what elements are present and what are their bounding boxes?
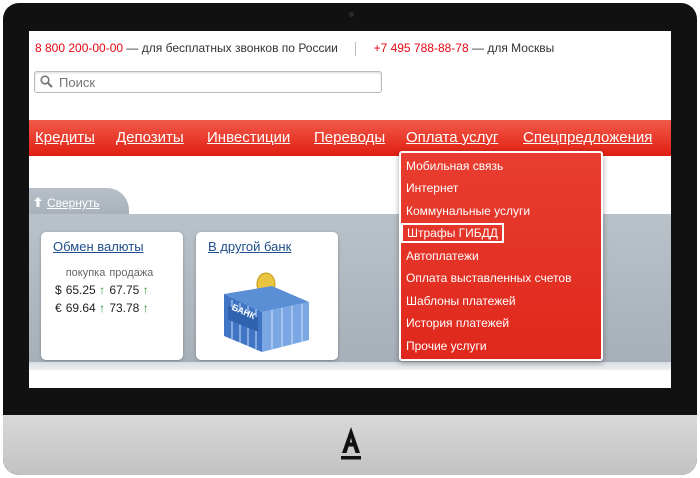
up-arrow-icon: ↑ [99, 283, 106, 297]
menu-item-history[interactable]: История платежей [406, 316, 509, 330]
sell-header: продажа [109, 267, 154, 279]
screen: 8 800 200-00-00 — для бесплатных звонков… [29, 31, 671, 388]
bank-building-icon: БАНК [224, 272, 309, 352]
nav-credits[interactable]: Кредиты [35, 129, 95, 146]
divider [355, 41, 357, 56]
payments-dropdown: Мобильная связь Интернет Коммунальные ус… [399, 151, 603, 361]
nav-special-offers[interactable]: Спецпредложения [523, 129, 652, 146]
menu-item-invoices[interactable]: Оплата выставленных счетов [406, 271, 571, 285]
collapse-label[interactable]: Свернуть [47, 196, 100, 210]
nav-payments[interactable]: Оплата услуг [406, 129, 498, 146]
menu-item-internet[interactable]: Интернет [406, 181, 458, 195]
phone-free-number[interactable]: 8 800 200-00-00 [35, 41, 123, 55]
exchange-table: покупка продажа $ 65.25 ↑ 67.75 ↑ € 69.6… [53, 265, 155, 317]
search-box[interactable] [34, 71, 382, 93]
menu-item-utilities[interactable]: Коммунальные услуги [406, 204, 530, 218]
menu-item-templates[interactable]: Шаблоны платежей [406, 294, 516, 308]
camera-dot [349, 12, 354, 17]
exchange-title[interactable]: Обмен валюты [53, 239, 144, 254]
rate-row-eur: € 69.64 ↑ 73.78 ↑ [53, 299, 155, 317]
currency-symbol: € [55, 301, 62, 315]
menu-item-other[interactable]: Прочие услуги [406, 339, 487, 353]
sell-rate: 67.75 [109, 283, 140, 297]
monitor-frame: 8 800 200-00-00 — для бесплатных звонков… [3, 3, 697, 475]
currency-symbol: $ [55, 283, 62, 297]
nav-transfers[interactable]: Переводы [314, 129, 385, 146]
monitor-chin [3, 415, 697, 475]
menu-item-autopayments[interactable]: Автоплатежи [406, 249, 479, 263]
search-input[interactable] [57, 73, 371, 91]
up-arrow-icon: ↑ [99, 301, 106, 315]
menu-item-mobile[interactable]: Мобильная связь [406, 159, 503, 173]
sell-rate: 73.78 [109, 301, 140, 315]
menu-item-traffic-fines[interactable]: Штрафы ГИБДД [401, 223, 504, 243]
buy-header: покупка [65, 267, 106, 279]
rate-row-usd: $ 65.25 ↑ 67.75 ↑ [53, 281, 155, 299]
up-arrow-icon: ↑ [142, 283, 149, 297]
alfa-bank-logo [341, 427, 361, 460]
exchange-card: Обмен валюты покупка продажа $ 65.25 ↑ 6… [41, 232, 183, 360]
content-footer-line [29, 362, 671, 370]
phone-moscow-number[interactable]: +7 495 788-88-78 [374, 41, 469, 55]
nav-investments[interactable]: Инвестиции [207, 129, 290, 146]
other-bank-title[interactable]: В другой банк [208, 239, 291, 254]
search-icon [40, 75, 53, 88]
arrow-up-icon [34, 197, 42, 207]
phone-bar: 8 800 200-00-00 — для бесплатных звонков… [35, 41, 554, 56]
buy-rate: 69.64 [65, 301, 96, 315]
up-arrow-icon: ↑ [142, 301, 149, 315]
buy-rate: 65.25 [65, 283, 96, 297]
phone-moscow-note: — для Москвы [472, 41, 555, 55]
nav-deposits[interactable]: Депозиты [116, 129, 184, 146]
other-bank-card[interactable]: В другой банк БАНК [196, 232, 338, 360]
phone-free-note: — для бесплатных звонков по России [126, 41, 338, 55]
